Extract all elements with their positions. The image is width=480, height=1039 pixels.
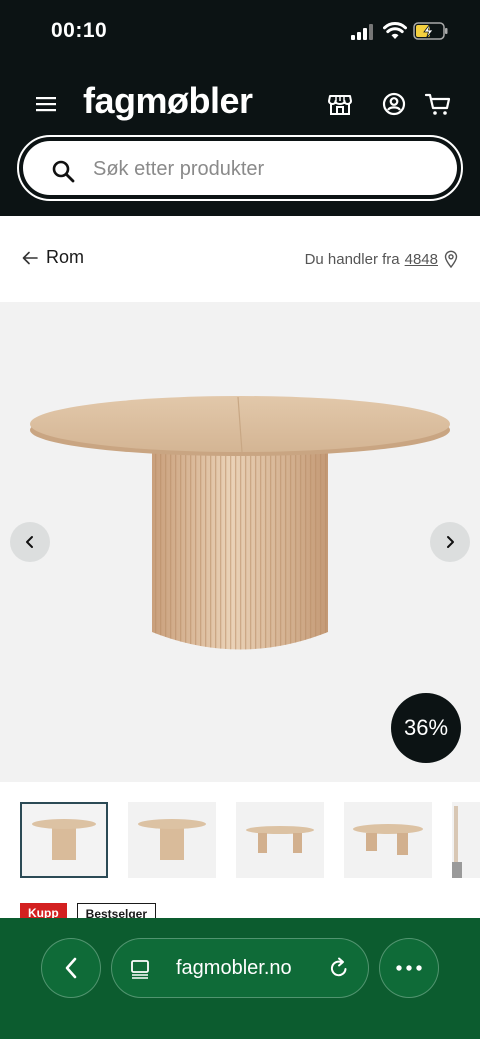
back-icon: [65, 957, 77, 979]
thumbnail-image: [32, 819, 96, 860]
subnav: Rom Du handler fra 4848: [0, 216, 480, 302]
thumbnail-strip: [0, 800, 480, 880]
menu-icon[interactable]: [34, 94, 58, 114]
thumbnail-image: [138, 819, 206, 860]
browser-address-bar[interactable]: fagmobler.no: [111, 938, 369, 998]
reload-icon[interactable]: [328, 957, 350, 979]
browser-back-button[interactable]: [41, 938, 101, 998]
gallery-next-button[interactable]: [430, 522, 470, 562]
search-bar: [17, 135, 463, 201]
discount-badge: 36%: [391, 693, 461, 763]
thumbnail-4[interactable]: [344, 802, 432, 878]
site-logo[interactable]: fagmøbler: [83, 80, 253, 122]
postal-code-link[interactable]: 4848: [405, 251, 438, 268]
store-icon[interactable]: [326, 90, 354, 118]
browser-url: fagmobler.no: [176, 957, 292, 979]
thumbnail-image: [452, 806, 462, 878]
wifi-icon: [383, 22, 407, 39]
browser-toolbar: fagmobler.no: [0, 918, 480, 1039]
gallery-prev-button[interactable]: [10, 522, 50, 562]
thumbnail-3[interactable]: [236, 802, 324, 878]
thumbnail-image: [246, 826, 314, 853]
location-prefix: Du handler fra: [304, 250, 400, 268]
tabs-icon[interactable]: [130, 959, 150, 979]
location-info: Du handler fra 4848: [305, 250, 458, 268]
battery-charging-icon: [413, 22, 448, 40]
status-bar: 00:10: [0, 0, 480, 64]
product-gallery: 36%: [0, 302, 480, 782]
thumbnail-1[interactable]: [20, 802, 108, 878]
search-field-container[interactable]: [23, 141, 457, 195]
status-time: 00:10: [51, 19, 108, 42]
cart-icon[interactable]: [424, 90, 452, 118]
chevron-left-icon: [26, 536, 33, 548]
signal-icon: [351, 24, 373, 40]
thumbnail-5[interactable]: [452, 802, 480, 878]
browser-more-button[interactable]: [379, 938, 439, 998]
back-link-label: Rom: [46, 247, 85, 267]
chevron-right-icon: [447, 536, 454, 548]
more-icon: [396, 965, 422, 971]
site-header: fagmøbler: [0, 64, 480, 216]
location-pin-icon[interactable]: [444, 250, 458, 268]
search-icon[interactable]: [51, 159, 75, 183]
thumbnail-image: [353, 824, 423, 855]
account-icon[interactable]: [380, 90, 408, 118]
thumbnail-2[interactable]: [128, 802, 216, 878]
arrow-left-icon: [22, 251, 38, 264]
search-input[interactable]: [93, 149, 423, 189]
back-link[interactable]: Rom: [22, 247, 84, 268]
